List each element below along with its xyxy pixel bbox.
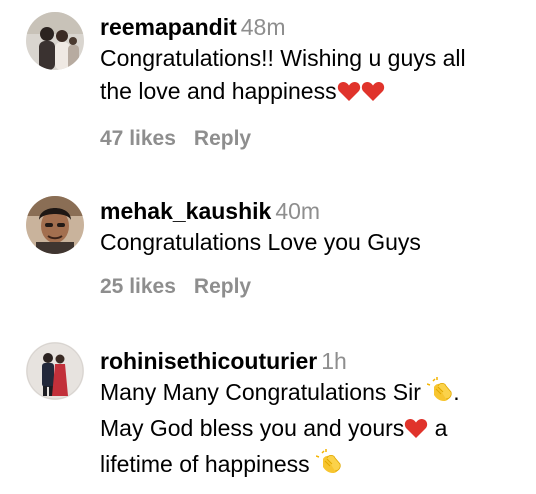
comment-actions: 25 likes Reply <box>100 274 526 300</box>
clapping-hands-emoji-icon <box>427 377 453 412</box>
clapping-hands-emoji-icon <box>315 449 342 484</box>
comment-line-with-emoji: Many Many Congratulations Sir . <box>100 376 526 412</box>
comment-header: rohinisethicouturier 1h <box>100 346 526 376</box>
avatar[interactable] <box>26 12 84 70</box>
username[interactable]: mehak_kaushik <box>100 198 271 224</box>
comment-line: Many Many Congratulations Sir <box>100 379 421 405</box>
heart-emoji-icon <box>337 78 361 111</box>
comment-line-with-emoji: the love and happiness <box>100 75 526 111</box>
comment-actions: 47 likes Reply <box>100 126 526 152</box>
comment-header: reemapandit 48m <box>100 12 526 42</box>
timestamp: 1h <box>321 348 347 374</box>
timestamp: 40m <box>275 198 321 224</box>
comment-text: Congratulations Love you Guys <box>100 226 526 259</box>
avatar[interactable] <box>26 342 84 400</box>
comment-text: Many Many Congratulations Sir . May God … <box>100 376 526 484</box>
comment-line: the love and happiness <box>100 78 337 104</box>
comment-line-with-emoji: lifetime of happiness <box>100 448 526 484</box>
heart-emoji-icon <box>404 415 428 448</box>
comment-header: mehak_kaushik 40m <box>100 196 526 226</box>
likes-count[interactable]: 25 likes <box>100 275 176 298</box>
comment-line-with-emoji: May God bless you and yours a <box>100 412 526 448</box>
avatar[interactable] <box>26 196 84 254</box>
username[interactable]: reemapandit <box>100 14 237 40</box>
comment-line: Congratulations!! Wishing u guys all <box>100 45 466 71</box>
heart-emoji-icon <box>361 78 385 111</box>
comment-line: lifetime of happiness <box>100 451 310 477</box>
comment-line: a <box>434 415 448 441</box>
reply-button[interactable]: Reply <box>194 127 251 150</box>
comment-text: Congratulations!! Wishing u guys all the… <box>100 42 526 111</box>
timestamp: 48m <box>240 14 286 40</box>
likes-count[interactable]: 47 likes <box>100 127 176 150</box>
username[interactable]: rohinisethicouturier <box>100 348 317 374</box>
comment-line: Congratulations Love you Guys <box>100 229 421 255</box>
reply-button[interactable]: Reply <box>194 275 251 298</box>
comment-line: May God bless you and yours <box>100 415 405 441</box>
